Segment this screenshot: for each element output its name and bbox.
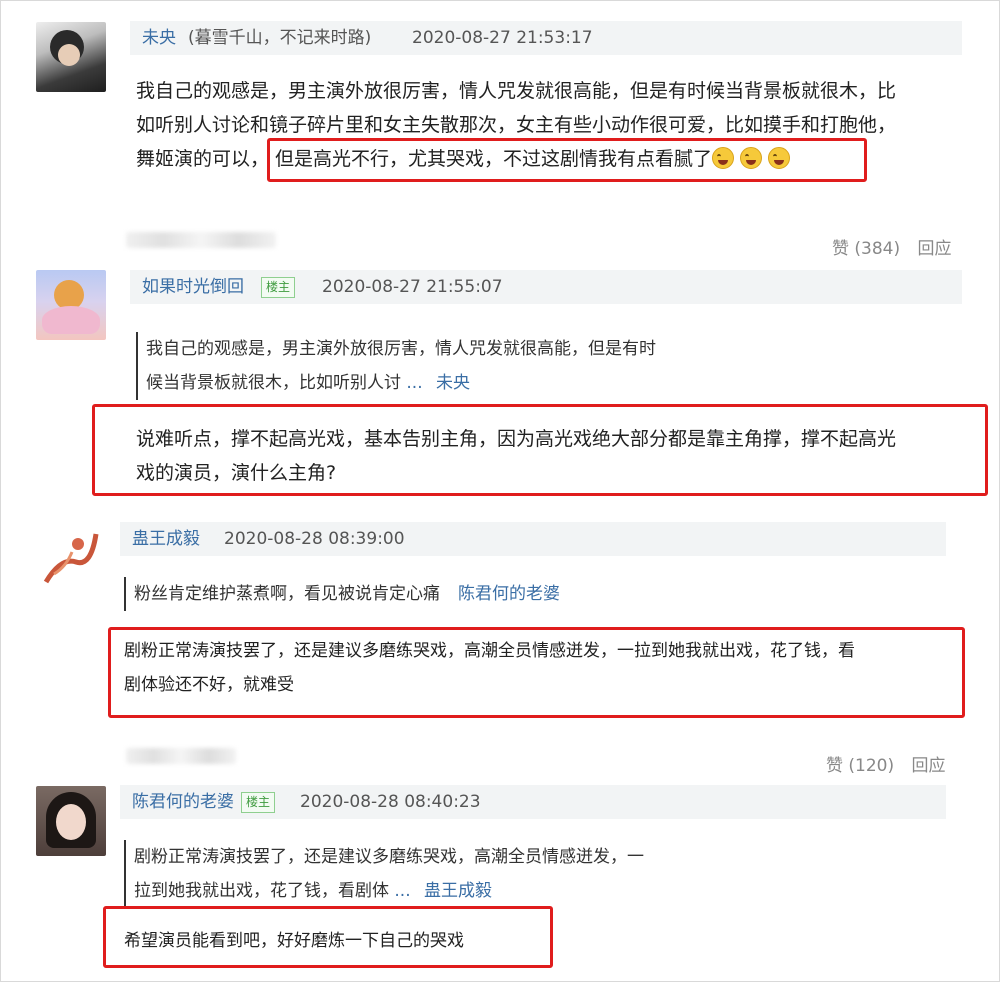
avatar[interactable]: [36, 786, 106, 856]
avatar[interactable]: [36, 270, 106, 340]
reply-button[interactable]: 回应: [918, 239, 952, 259]
op-badge: 楼主: [241, 792, 276, 813]
comment-header: 未央 (暮雪千山，不记来时路) 2020-08-27 21:53:17: [130, 21, 962, 55]
comment-line: 我自己的观感是，男主演外放很厉害，情人咒发就很高能，但是有时候当背景板就很木，比: [136, 80, 897, 102]
quote-text: 候当背景板就很木，比如听别人讨: [146, 373, 401, 393]
blurred-text: [126, 232, 276, 248]
expand-quote-link[interactable]: ...: [406, 373, 422, 393]
avatar[interactable]: [36, 22, 106, 92]
comment-line-part: 舞姬演的可以，: [136, 148, 270, 170]
quoted-reply: 粉丝肯定维护蒸煮啊，看见被说肯定心痛 陈君何的老婆: [124, 577, 734, 611]
like-button[interactable]: 赞 (120): [826, 756, 894, 776]
username-link[interactable]: 如果时光倒回: [142, 276, 244, 298]
quote-line: 粉丝肯定维护蒸煮啊，看见被说肯定心痛 陈君何的老婆: [134, 577, 734, 611]
like-button[interactable]: 赞 (384): [832, 239, 900, 259]
quote-text: 粉丝肯定维护蒸煮啊，看见被说肯定心痛: [134, 584, 440, 604]
reply-button[interactable]: 回应: [912, 756, 946, 776]
timestamp: 2020-08-27 21:53:17: [412, 28, 593, 48]
quoted-reply: 我自己的观感是，男主演外放很厉害，情人咒发就很高能，但是有时 候当背景板就很木，…: [136, 332, 746, 400]
comment-header: 如果时光倒回 楼主 2020-08-27 21:55:07: [130, 270, 962, 304]
quote-line: 剧粉正常涛演技罢了，还是建议多磨练哭戏，高潮全员情感迸发，一: [134, 847, 644, 867]
quoted-reply: 剧粉正常涛演技罢了，还是建议多磨练哭戏，高潮全员情感迸发，一 拉到她我就出戏，花…: [124, 840, 734, 908]
quote-line: 拉到她我就出戏，花了钱，看剧体 ... 蛊王成毅: [134, 874, 734, 908]
highlight-box: [108, 627, 965, 718]
username-link[interactable]: 陈君何的老婆: [132, 791, 234, 813]
expand-quote-link[interactable]: ...: [394, 881, 410, 901]
ink-figure-icon: [43, 533, 99, 584]
timestamp: 2020-08-28 08:39:00: [224, 529, 405, 549]
quote-text: 拉到她我就出戏，花了钱，看剧体: [134, 881, 389, 901]
quote-line: 候当背景板就很木，比如听别人讨 ... 未央: [146, 366, 746, 400]
timestamp: 2020-08-28 08:40:23: [300, 792, 481, 812]
comment-header: 陈君何的老婆 楼主 2020-08-28 08:40:23: [120, 785, 946, 819]
quote-author-link[interactable]: 未央: [436, 373, 470, 393]
username-link[interactable]: 蛊王成毅: [132, 528, 200, 550]
comment-line: 如听别人讨论和镜子碎片里和女主失散那次，女主有些小动作很可爱，比如摸手和打胞他，: [136, 114, 897, 136]
comment-actions: 赞 (120) 回应: [826, 751, 946, 776]
highlight-box: [103, 906, 553, 968]
quote-author-link[interactable]: 蛊王成毅: [424, 881, 492, 901]
comment-header: 蛊王成毅 2020-08-28 08:39:00: [120, 522, 946, 556]
user-note: (暮雪千山，不记来时路): [188, 28, 372, 48]
timestamp: 2020-08-27 21:55:07: [322, 277, 503, 297]
comment-actions: 赞 (384) 回应: [832, 234, 952, 259]
avatar[interactable]: [36, 522, 106, 592]
quote-line: 我自己的观感是，男主演外放很厉害，情人咒发就很高能，但是有时: [146, 339, 656, 359]
highlight-box: [92, 404, 988, 496]
blurred-text: [126, 748, 236, 764]
highlight-box: [267, 138, 867, 182]
username-link[interactable]: 未央: [142, 27, 176, 49]
op-badge: 楼主: [261, 277, 296, 298]
quote-author-link[interactable]: 陈君何的老婆: [458, 584, 560, 604]
